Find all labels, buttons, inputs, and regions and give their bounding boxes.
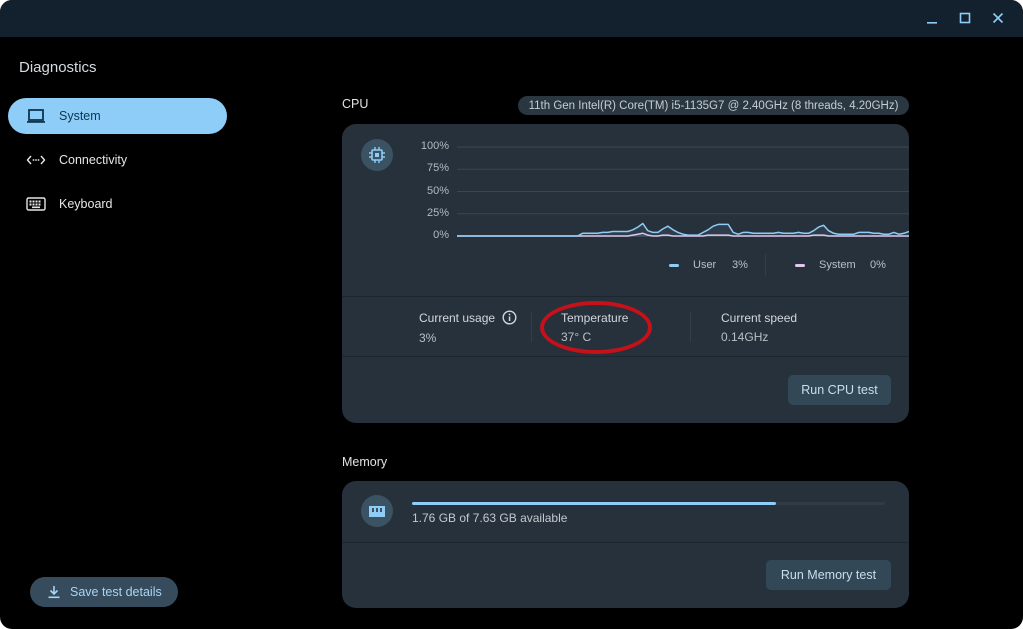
close-button[interactable] (989, 9, 1007, 27)
sidebar-item-label: Connectivity (59, 153, 128, 167)
minimize-button[interactable] (923, 9, 941, 27)
info-icon[interactable] (502, 310, 517, 330)
current-usage-value: 3% (419, 331, 437, 345)
cpu-usage-chart (457, 146, 909, 237)
memory-divider (342, 542, 909, 543)
sidebar-item-label: Keyboard (59, 197, 113, 211)
legend-user-label: User (693, 259, 717, 271)
legend-system-swatch (795, 264, 805, 267)
laptop-icon (26, 108, 46, 124)
sidebar-item-keyboard[interactable]: Keyboard (8, 186, 227, 222)
keyboard-icon (26, 196, 46, 212)
legend-system-value: 0% (870, 259, 886, 271)
close-icon (992, 12, 1004, 24)
memory-chip-icon (369, 506, 385, 517)
temperature-label: Temperature (561, 311, 629, 325)
current-usage-label: Current usage (419, 311, 496, 325)
minimize-icon (927, 22, 937, 24)
memory-card: 1.76 GB of 7.63 GB available Run Memory … (342, 481, 909, 608)
memory-icon-badge (361, 495, 393, 527)
app-title: Diagnostics (19, 59, 97, 76)
code-arrows-icon (26, 152, 46, 168)
memory-usage-bar (412, 502, 885, 505)
legend-user-swatch (669, 264, 679, 267)
memory-available-text: 1.76 GB of 7.63 GB available (412, 511, 568, 525)
cpu-divider (342, 356, 909, 357)
legend-divider (765, 254, 766, 276)
cpu-card: 100% 75% 50% 25% 0% User 3% System 0% Curren… (342, 124, 909, 423)
stat-divider (531, 312, 532, 342)
temperature-value: 37° C (561, 330, 592, 344)
cpu-section-title: CPU (342, 97, 369, 111)
title-bar (0, 0, 1023, 37)
download-icon (47, 585, 61, 604)
save-test-details-label: Save test details (70, 585, 162, 599)
current-speed-value: 0.14GHz (721, 330, 769, 344)
run-cpu-test-button[interactable]: Run CPU test (788, 375, 891, 405)
diagnostics-window: Diagnostics System Connectivity Keyboard… (0, 0, 1023, 629)
cpu-divider (342, 296, 909, 297)
legend-user-value: 3% (732, 259, 748, 271)
memory-usage-bar-fill (412, 502, 776, 505)
maximize-icon (959, 12, 971, 24)
memory-section-title: Memory (342, 455, 388, 469)
save-test-details-button[interactable]: Save test details (30, 577, 178, 607)
sidebar-item-connectivity[interactable]: Connectivity (8, 142, 227, 178)
sidebar-item-system[interactable]: System (8, 98, 227, 134)
chart-line-user (457, 222, 909, 237)
maximize-button[interactable] (956, 9, 974, 27)
run-memory-test-button[interactable]: Run Memory test (766, 560, 891, 590)
cpu-model-chip: 11th Gen Intel(R) Core(TM) i5-1135G7 @ 2… (518, 96, 909, 115)
current-speed-label: Current speed (721, 311, 798, 325)
legend-system-label: System (819, 259, 856, 271)
stat-divider (690, 312, 691, 342)
sidebar-item-label: System (59, 109, 101, 123)
